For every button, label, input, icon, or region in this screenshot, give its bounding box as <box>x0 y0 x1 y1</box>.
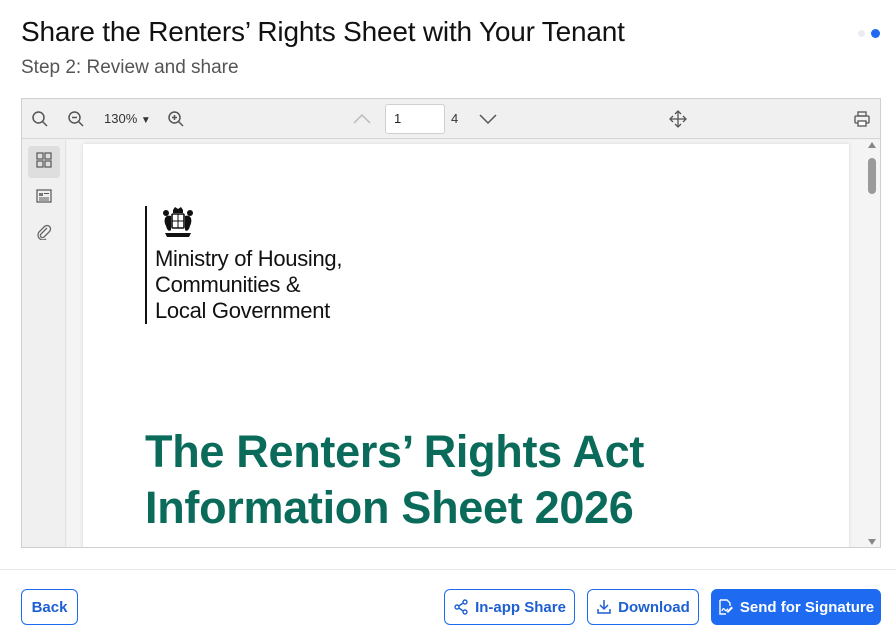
zoom-value: 130% <box>104 111 138 126</box>
download-icon <box>596 599 612 615</box>
step-subtitle: Step 2: Review and share <box>21 57 239 78</box>
step-dot-active <box>871 29 880 38</box>
zoom-in-icon[interactable] <box>166 109 186 129</box>
outline-icon <box>36 188 52 209</box>
attachments-button[interactable] <box>28 218 60 250</box>
pan-icon[interactable] <box>668 109 688 129</box>
viewer-toolbar: 130% ▼ 1 4 <box>22 99 880 139</box>
department-name: Ministry of Housing, Communities & Local… <box>155 246 343 323</box>
scroll-up-icon[interactable] <box>868 142 876 148</box>
previous-page-icon[interactable] <box>352 109 372 129</box>
outline-button[interactable] <box>28 182 60 214</box>
page-title: Share the Renters’ Rights Sheet with You… <box>21 16 625 47</box>
paperclip-icon <box>36 224 52 245</box>
share-icon <box>453 599 469 615</box>
step-dot <box>858 30 865 37</box>
grid-icon <box>36 151 52 173</box>
back-button[interactable]: Back <box>21 589 78 625</box>
next-page-icon[interactable] <box>478 109 498 129</box>
department-logo: Ministry of Housing, Communities & Local… <box>145 206 375 324</box>
viewer-sidebar <box>22 140 66 547</box>
share-label: In-app Share <box>475 598 566 616</box>
royal-crest-icon <box>157 206 199 242</box>
page-number-input[interactable]: 1 <box>385 104 445 134</box>
back-label: Back <box>31 598 68 616</box>
step-indicator <box>858 29 880 38</box>
scroll-down-icon[interactable] <box>868 539 876 545</box>
footer-divider <box>0 569 896 570</box>
zoom-out-icon[interactable] <box>66 109 86 129</box>
signature-icon <box>718 599 734 615</box>
signature-label: Send for Signature <box>739 598 875 616</box>
in-app-share-button[interactable]: In-app Share <box>444 589 575 625</box>
document-canvas[interactable]: Ministry of Housing, Communities & Local… <box>67 140 864 547</box>
send-for-signature-button[interactable]: Send for Signature <box>711 589 881 625</box>
print-icon[interactable] <box>852 109 872 129</box>
scrollbar[interactable] <box>864 140 880 547</box>
document-page: Ministry of Housing, Communities & Local… <box>83 144 849 547</box>
pdf-viewer: 130% ▼ 1 4 Ministry of Housing, Communit… <box>21 98 881 548</box>
scroll-thumb[interactable] <box>868 158 876 194</box>
document-title: The Renters’ Rights Act Information Shee… <box>145 426 645 533</box>
thumbnails-button[interactable] <box>28 146 60 178</box>
chevron-down-icon: ▼ <box>140 115 151 126</box>
zoom-select[interactable]: 130% ▼ <box>104 111 151 126</box>
download-label: Download <box>618 598 690 616</box>
download-button[interactable]: Download <box>587 589 699 625</box>
search-icon[interactable] <box>30 109 50 129</box>
page-count: 4 <box>451 111 459 126</box>
